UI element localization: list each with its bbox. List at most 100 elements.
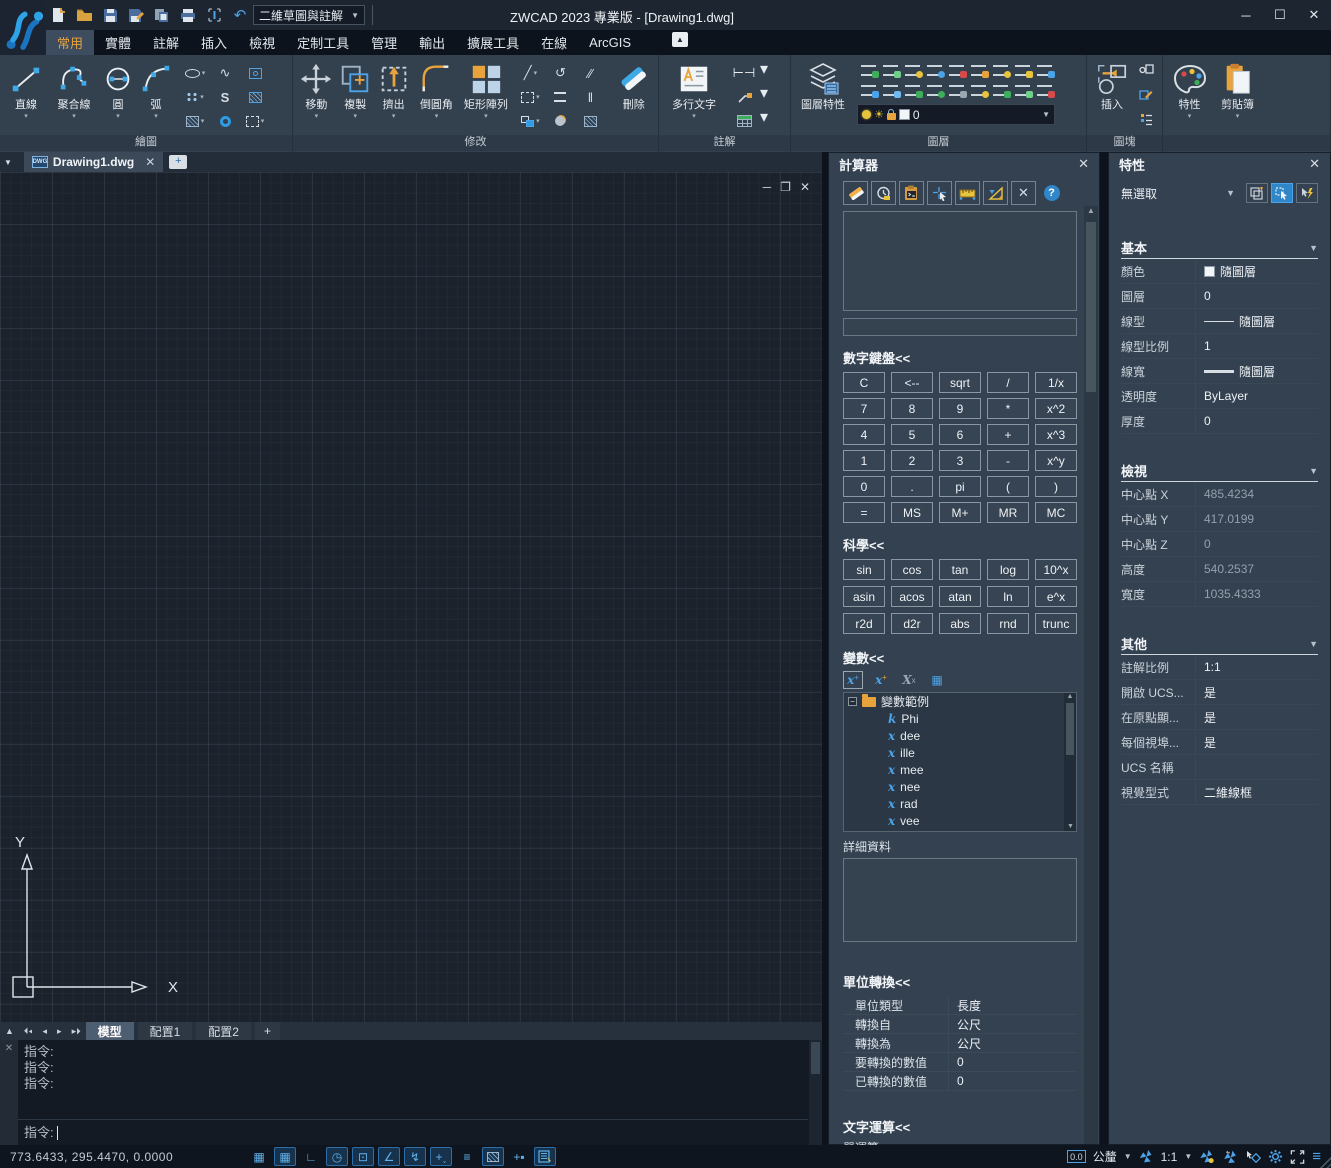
calculator-history-box[interactable] (843, 211, 1077, 311)
clear-icon[interactable] (843, 181, 868, 205)
scale-icon[interactable]: ▾ (515, 85, 545, 109)
copy-button[interactable]: 複製▾ (336, 57, 375, 135)
calc-key-8[interactable]: 8 (891, 398, 933, 419)
dimension-dropdown-icon[interactable]: ▾ (760, 59, 768, 79)
next-tab-icon[interactable]: ▸ (52, 1026, 67, 1037)
point-icon[interactable]: ▾ (180, 85, 210, 109)
gear-icon[interactable] (1268, 1149, 1283, 1164)
canvas-restore-button[interactable]: ❐ (780, 180, 791, 194)
close-button[interactable]: ✕ (1297, 0, 1331, 30)
property-row-ucs-icon-on[interactable]: 開啟 UCS... 是 (1121, 680, 1318, 705)
mirror-icon[interactable]: ‖ (575, 85, 605, 109)
tab-manage[interactable]: 管理 (360, 30, 408, 55)
annotation-autoscale-icon[interactable] (1222, 1149, 1238, 1164)
angle-snap-icon[interactable]: ∠ (378, 1147, 400, 1166)
create-block-icon[interactable] (1136, 59, 1156, 79)
annotation-scale-icon[interactable] (1139, 1149, 1154, 1164)
ribbon-collapse-icon[interactable]: ▲ (672, 32, 688, 47)
variable-row[interactable]: xmee (844, 761, 1076, 778)
delete-expression-icon[interactable]: ✕ (1011, 181, 1036, 205)
tab-layout2[interactable]: 配置2 (196, 1022, 251, 1040)
property-row-transparency[interactable]: 透明度 ByLayer (1121, 384, 1318, 409)
open-folder-icon[interactable] (74, 5, 94, 25)
property-row-thickness[interactable]: 厚度 0 (1121, 409, 1318, 434)
calc-key-memory-add[interactable]: M+ (939, 502, 981, 523)
minimize-button[interactable]: ─ (1229, 0, 1263, 30)
variable-row[interactable]: xdee (844, 727, 1076, 744)
stretch-button[interactable]: 擠出▾ (375, 57, 413, 135)
lineweight-icon[interactable]: ≡ (456, 1147, 478, 1166)
region-icon[interactable] (240, 85, 270, 109)
calc-key-7[interactable]: 7 (843, 398, 885, 419)
new-variable-icon[interactable]: x+ (843, 671, 863, 689)
sphere-icon[interactable] (545, 109, 575, 133)
workspace-select[interactable]: 二維草圖與註解 ▼ (253, 5, 365, 25)
variable-row[interactable]: kPhi (844, 710, 1076, 727)
property-row-ucs-at-origin[interactable]: 在原點顯... 是 (1121, 705, 1318, 730)
add-layout-icon[interactable]: + (255, 1022, 280, 1040)
calculator-scrollbar[interactable]: ▲ (1084, 206, 1098, 1144)
close-properties-icon[interactable]: ✕ (1309, 156, 1320, 172)
expand-command-icon[interactable]: ▲ (0, 1026, 19, 1036)
calc-key-close-paren[interactable]: ) (1035, 476, 1077, 497)
calc-key-deg-to-rad[interactable]: d2r (891, 613, 933, 634)
property-row-lineweight[interactable]: 線寬 隨圖層 (1121, 359, 1318, 384)
close-calculator-icon[interactable]: ✕ (1078, 156, 1089, 172)
variables-folder-row[interactable]: − 變數範例 (844, 693, 1076, 710)
collapse-node-icon[interactable]: − (848, 697, 857, 706)
tablet-icon[interactable] (534, 1147, 556, 1166)
layer-restore-icon[interactable] (989, 80, 1011, 100)
keypad-header[interactable]: 數字鍵盤<< (843, 348, 1099, 367)
tab-insert[interactable]: 插入 (190, 30, 238, 55)
plot-preview-icon[interactable] (152, 5, 172, 25)
ortho-icon[interactable]: ∟ (300, 1147, 322, 1166)
calculator-return-icon[interactable]: ▦ (927, 671, 947, 689)
fillet-button[interactable]: 倒圓角▾ (413, 57, 461, 135)
prev-tab-icon[interactable]: ◂ (38, 1026, 53, 1037)
calc-key-1[interactable]: 1 (843, 450, 885, 471)
units-row[interactable]: 要轉換的數值0 (843, 1053, 1077, 1072)
variables-scrollbar[interactable]: ▲▼ (1064, 693, 1076, 831)
calc-key-9[interactable]: 9 (939, 398, 981, 419)
calc-key-plus[interactable]: + (987, 424, 1029, 445)
calc-key-decimal[interactable]: . (891, 476, 933, 497)
calc-key-round[interactable]: rnd (987, 613, 1029, 634)
layer-merge-icon[interactable] (945, 80, 967, 100)
misc-section-header[interactable]: 其他 ▼ (1121, 633, 1318, 655)
units-row[interactable]: 轉換自公尺 (843, 1015, 1077, 1034)
calc-key-power[interactable]: x^y (1035, 450, 1077, 471)
calc-key-acos[interactable]: acos (891, 586, 933, 607)
layer-freeze-icon[interactable] (923, 60, 945, 80)
calc-key-divide[interactable]: / (987, 372, 1029, 393)
layer-visibility-icon[interactable] (1033, 60, 1055, 80)
polar-tracking-icon[interactable]: ◷ (326, 1147, 348, 1166)
calc-key-trunc[interactable]: trunc (1035, 613, 1077, 634)
ellipse-icon[interactable]: ▾ (180, 61, 210, 85)
dimension-icon[interactable]: ⊢⊣ (729, 61, 759, 85)
calc-key-asin[interactable]: asin (843, 586, 885, 607)
property-row-center-x[interactable]: 中心點 X 485.4234 (1121, 482, 1318, 507)
calc-key-rad-to-deg[interactable]: r2d (843, 613, 885, 634)
units-header[interactable]: 單位轉換<< (843, 972, 1099, 991)
tab-solid[interactable]: 實體 (94, 30, 142, 55)
calc-key-open-paren[interactable]: ( (987, 476, 1029, 497)
calculator-title-bar[interactable]: 計算器 ✕ (829, 153, 1099, 175)
tab-custom-tools[interactable]: 定制工具 (286, 30, 360, 55)
hatch-icon[interactable]: ▾ (180, 109, 210, 133)
menu-icon[interactable]: ≡ (1312, 1148, 1321, 1165)
polyline-button[interactable]: 聚合線▾ (48, 57, 100, 135)
field-marker-icon[interactable] (204, 5, 224, 25)
paste-to-commandline-icon[interactable] (899, 181, 924, 205)
annotation-scale-value[interactable]: 1:1 (1161, 1150, 1178, 1164)
collapse-section-icon[interactable]: ▼ (1309, 466, 1318, 476)
clipboard-button[interactable]: 剪貼簿▾ (1212, 57, 1263, 135)
variable-row[interactable]: xnee (844, 778, 1076, 795)
calc-key-clear[interactable]: C (843, 372, 885, 393)
units-row[interactable]: 轉換為公尺 (843, 1034, 1077, 1053)
variables-tree[interactable]: − 變數範例 kPhi xdee xille xmee xnee xrad xv… (843, 692, 1077, 832)
property-row-height[interactable]: 高度 540.2537 (1121, 557, 1318, 582)
calc-key-atan[interactable]: atan (939, 586, 981, 607)
calc-key-log[interactable]: log (987, 559, 1029, 580)
calc-key-cube[interactable]: x^3 (1035, 424, 1077, 445)
spline-icon[interactable]: ∿ (210, 61, 240, 85)
